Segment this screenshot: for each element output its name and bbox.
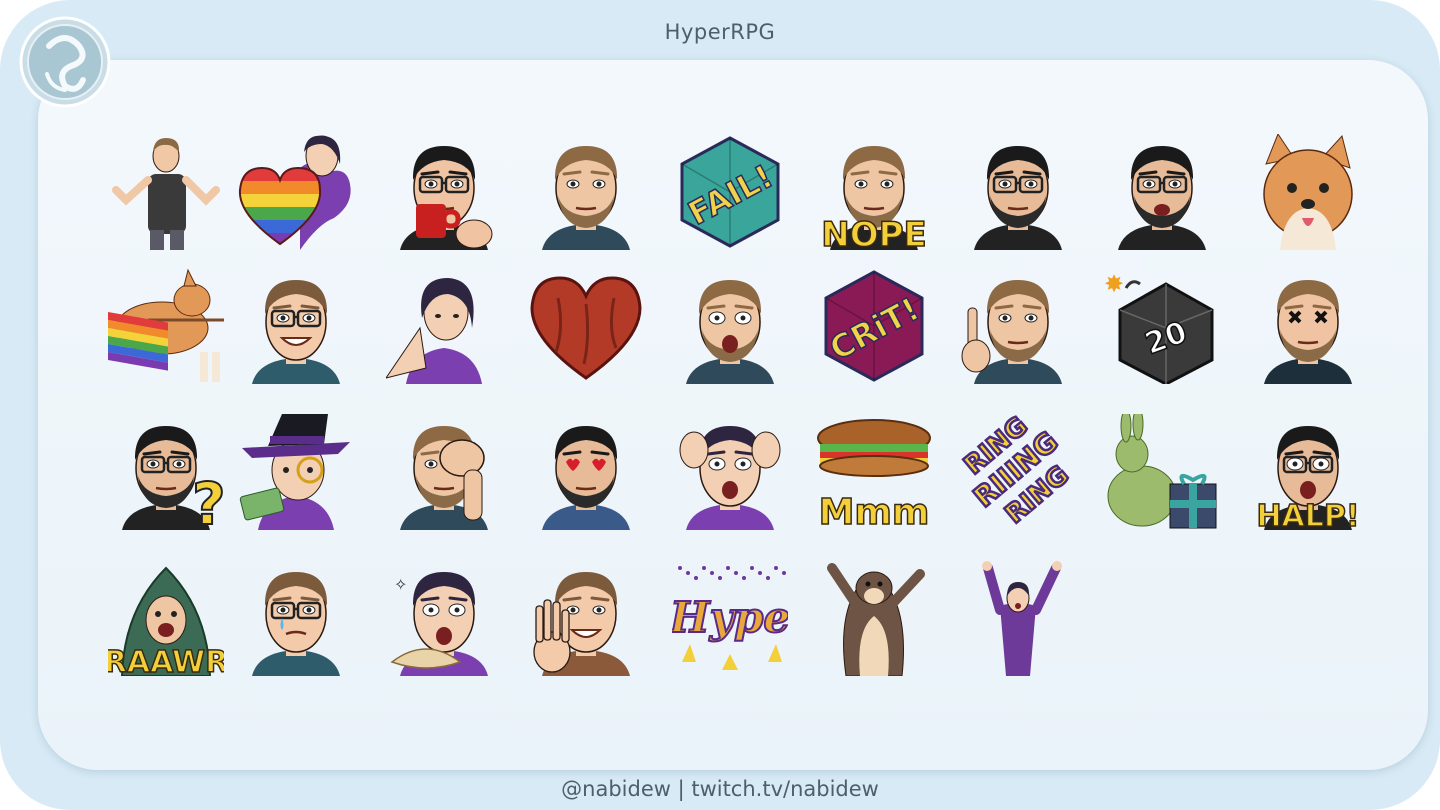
emote-caption: Mmm (818, 491, 930, 530)
footer-credit: @nabidew | twitch.tv/nabidew (561, 777, 879, 801)
emote-face (1250, 268, 1366, 384)
emote-face (528, 414, 644, 530)
emote-bomb: ✸ 20 (1104, 268, 1220, 384)
emote-person (386, 268, 502, 384)
emote-person (960, 560, 1076, 676)
emote-face (672, 268, 788, 384)
svg-text:Hype: Hype (672, 593, 788, 642)
svg-text:?: ? (192, 470, 224, 530)
emote-dog-flag (108, 268, 224, 384)
emote-face: ✧ (386, 560, 502, 676)
emote-face (528, 560, 644, 676)
emote-caption: RAAWR (108, 644, 224, 676)
emote-monster-text: RAAWR (108, 560, 224, 676)
emote-dog (1250, 134, 1366, 250)
emote-caption: HALP! (1256, 498, 1361, 530)
emote-face (672, 414, 788, 530)
svg-text:✧: ✧ (394, 575, 407, 594)
svg-text:Mmm: Mmm (819, 492, 930, 530)
emote-witch (238, 414, 354, 530)
emote-ring: RING RIIING RING (960, 414, 1076, 530)
emote-face-text: HALP! (1250, 414, 1366, 530)
emote-sandwich-text: Mmm (816, 414, 932, 530)
svg-text:✸: ✸ (1104, 270, 1124, 298)
emote-face: ? (108, 414, 224, 530)
emote-otter (816, 560, 932, 676)
svg-text:NOPE: NOPE (821, 215, 927, 250)
emote-face (960, 134, 1076, 250)
emote-dice-text: CRiT! (816, 268, 932, 384)
emote-heart-rainbow (238, 134, 354, 250)
emote-person (108, 134, 224, 250)
emote-caption: NOPE (820, 214, 927, 250)
emote-face-text: NOPE (816, 134, 932, 250)
emote-caption: Hype (672, 592, 788, 643)
svg-text:RAAWR: RAAWR (108, 645, 224, 676)
emote-face (238, 560, 354, 676)
emote-face (528, 134, 644, 250)
emote-face (386, 134, 502, 250)
emote-grid: FAIL! NOPE CRiT! ✸ 20? Mmm RING RIIING RING HALP!… (0, 0, 1440, 810)
emote-heart-wood (528, 268, 644, 384)
emote-face (386, 414, 502, 530)
emote-dice-text: FAIL! (672, 134, 788, 250)
svg-text:HALP!: HALP! (1256, 499, 1359, 530)
emote-face (960, 268, 1076, 384)
emote-face (238, 268, 354, 384)
emote-face (1104, 134, 1220, 250)
emote-hype: Hype (672, 560, 788, 676)
emote-bunny (1104, 414, 1220, 530)
